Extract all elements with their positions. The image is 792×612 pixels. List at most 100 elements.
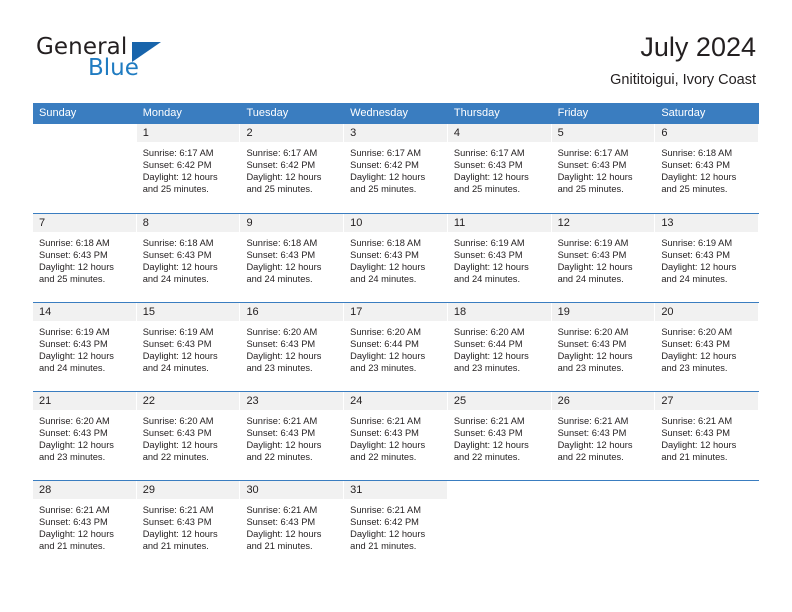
day-details: Sunrise: 6:19 AM Sunset: 6:43 PM Daylight:…: [137, 321, 241, 374]
calendar-day-cell[interactable]: 10 Sunrise: 6:18 AM Sunset: 6:43 PM Dayligh…: [344, 214, 448, 302]
calendar-day-cell[interactable]: 20 Sunrise: 6:20 AM Sunset: 6:43 PM Dayligh…: [655, 303, 760, 391]
calendar-day-cell[interactable]: 22 Sunrise: 6:20 AM Sunset: 6:43 PM Dayligh…: [136, 392, 241, 480]
day-number-band: 24: [344, 392, 448, 410]
day-details: Sunrise: 6:18 AM Sunset: 6:43 PM Daylight:…: [137, 232, 241, 285]
calendar-day-cell[interactable]: 14 Sunrise: 6:19 AM Sunset: 6:43 PM Dayligh…: [33, 303, 137, 391]
weekday-header-wednesday: Wednesday: [350, 107, 409, 119]
day-number-band: 30: [240, 481, 345, 499]
sunrise-text: Sunrise: 6:21 AM: [142, 505, 214, 515]
sunset-text: Sunset: 6:43 PM: [453, 428, 523, 439]
daylight-text: Daylight: 12 hours: [246, 440, 322, 451]
calendar-day-cell[interactable]: 18 Sunrise: 6:20 AM Sunset: 6:44 PM Dayligh…: [447, 303, 552, 391]
day-number: 14: [39, 306, 52, 318]
daylight-text: and 22 minutes.: [453, 452, 521, 463]
daylight-text: Daylight: 12 hours: [142, 529, 218, 540]
day-details: Sunrise: 6:18 AM Sunset: 6:43 PM Daylight:…: [33, 232, 137, 285]
calendar-day-cell[interactable]: 8 Sunrise: 6:18 AM Sunset: 6:43 PM Daylight…: [136, 214, 241, 302]
daylight-text: and 24 minutes.: [142, 363, 209, 374]
daylight-text: and 25 minutes.: [246, 184, 313, 195]
daylight-text: and 21 minutes.: [246, 541, 313, 552]
day-details: Sunrise: 6:20 AM Sunset: 6:44 PM Daylight:…: [344, 321, 448, 374]
daylight-text: and 21 minutes.: [661, 452, 728, 463]
day-number-band: 9: [240, 214, 345, 232]
sunrise-text: Sunrise: 6:18 AM: [661, 148, 733, 158]
day-details: Sunrise: 6:17 AM Sunset: 6:42 PM Daylight:…: [137, 142, 241, 195]
calendar-day-cell[interactable]: 30 Sunrise: 6:21 AM Sunset: 6:43 PM Dayligh…: [240, 481, 345, 569]
calendar-day-cell[interactable]: 1 Sunrise: 6:17 AM Sunset: 6:42 PM Daylight…: [136, 124, 241, 213]
day-number: 2: [246, 127, 253, 139]
calendar-week-row: 14 Sunrise: 6:19 AM Sunset: 6:43 PM Dayligh…: [33, 302, 760, 391]
calendar-day-cell[interactable]: 26 Sunrise: 6:21 AM Sunset: 6:43 PM Dayligh…: [551, 392, 656, 480]
daylight-text: and 24 minutes.: [453, 274, 521, 285]
sunset-text: Sunset: 6:42 PM: [350, 160, 419, 171]
sunrise-text: Sunrise: 6:17 AM: [142, 148, 214, 158]
calendar-day-cell[interactable]: 15 Sunrise: 6:19 AM Sunset: 6:43 PM Dayligh…: [136, 303, 241, 391]
calendar-week-row: 28 Sunrise: 6:21 AM Sunset: 6:43 PM Dayligh…: [33, 480, 760, 569]
day-details: Sunrise: 6:21 AM Sunset: 6:43 PM Daylight:…: [240, 499, 344, 552]
calendar-day-cell[interactable]: 27 Sunrise: 6:21 AM Sunset: 6:43 PM Dayligh…: [655, 392, 760, 480]
daylight-text: and 24 minutes.: [661, 274, 728, 285]
day-details: Sunrise: 6:19 AM Sunset: 6:43 PM Daylight:…: [655, 232, 759, 285]
page-title: July 2024: [640, 32, 756, 62]
calendar-day-cell[interactable]: 2 Sunrise: 6:17 AM Sunset: 6:42 PM Daylight…: [240, 124, 345, 213]
daylight-text: and 25 minutes.: [453, 184, 521, 195]
calendar-day-cell[interactable]: 21 Sunrise: 6:20 AM Sunset: 6:43 PM Dayligh…: [33, 392, 137, 480]
calendar-day-cell[interactable]: 29 Sunrise: 6:21 AM Sunset: 6:43 PM Dayligh…: [136, 481, 241, 569]
daylight-text: Daylight: 12 hours: [661, 440, 737, 451]
daylight-text: Daylight: 12 hours: [39, 529, 114, 540]
calendar-day-cell[interactable]: 17 Sunrise: 6:20 AM Sunset: 6:44 PM Dayligh…: [344, 303, 448, 391]
calendar-day-cell[interactable]: 9 Sunrise: 6:18 AM Sunset: 6:43 PM Daylight…: [240, 214, 345, 302]
calendar-day-cell[interactable]: 24 Sunrise: 6:21 AM Sunset: 6:43 PM Dayligh…: [344, 392, 448, 480]
day-details: [655, 499, 759, 504]
calendar-day-cell-empty: [447, 481, 552, 569]
daylight-text: and 22 minutes.: [246, 452, 313, 463]
daylight-text: and 23 minutes.: [661, 363, 728, 374]
calendar-day-cell[interactable]: 16 Sunrise: 6:20 AM Sunset: 6:43 PM Dayligh…: [240, 303, 345, 391]
day-number-band: 1: [136, 124, 241, 142]
calendar-day-cell[interactable]: 5 Sunrise: 6:17 AM Sunset: 6:43 PM Daylight…: [551, 124, 656, 213]
calendar-day-cell[interactable]: 28 Sunrise: 6:21 AM Sunset: 6:43 PM Dayligh…: [33, 481, 137, 569]
logo-text-blue: Blue: [88, 55, 139, 81]
daylight-text: Daylight: 12 hours: [350, 440, 426, 451]
calendar-day-cell[interactable]: 3 Sunrise: 6:17 AM Sunset: 6:42 PM Daylight…: [344, 124, 448, 213]
general-blue-logo[interactable]: General Blue: [36, 34, 236, 86]
daylight-text: and 23 minutes.: [453, 363, 521, 374]
calendar-day-cell[interactable]: 12 Sunrise: 6:19 AM Sunset: 6:43 PM Dayligh…: [551, 214, 656, 302]
day-number: 23: [246, 395, 259, 407]
daylight-text: Daylight: 12 hours: [142, 351, 218, 362]
day-number: 24: [350, 395, 363, 407]
calendar-day-cell[interactable]: 25 Sunrise: 6:21 AM Sunset: 6:43 PM Dayligh…: [447, 392, 552, 480]
calendar-day-cell[interactable]: 6 Sunrise: 6:18 AM Sunset: 6:43 PM Daylight…: [655, 124, 760, 213]
sunrise-text: Sunrise: 6:17 AM: [557, 148, 629, 158]
day-details: Sunrise: 6:20 AM Sunset: 6:43 PM Daylight:…: [240, 321, 344, 374]
sunrise-text: Sunrise: 6:19 AM: [661, 238, 733, 248]
calendar-weeks: 1 Sunrise: 6:17 AM Sunset: 6:42 PM Daylight…: [33, 124, 760, 569]
day-number-band: 19: [551, 303, 656, 321]
daylight-text: Daylight: 12 hours: [246, 172, 322, 183]
day-number-band: 5: [551, 124, 656, 142]
day-number-band: 20: [655, 303, 760, 321]
calendar-day-cell[interactable]: 23 Sunrise: 6:21 AM Sunset: 6:43 PM Dayligh…: [240, 392, 345, 480]
calendar-day-cell[interactable]: 31 Sunrise: 6:21 AM Sunset: 6:42 PM Dayligh…: [344, 481, 448, 569]
daylight-text: and 23 minutes.: [246, 363, 313, 374]
sunrise-text: Sunrise: 6:20 AM: [142, 416, 214, 426]
sunrise-text: Sunrise: 6:18 AM: [142, 238, 214, 248]
daylight-text: Daylight: 12 hours: [557, 440, 633, 451]
day-number-band: 28: [33, 481, 137, 499]
calendar-day-cell[interactable]: 11 Sunrise: 6:19 AM Sunset: 6:43 PM Dayligh…: [447, 214, 552, 302]
calendar-day-cell[interactable]: 4 Sunrise: 6:17 AM Sunset: 6:43 PM Daylight…: [447, 124, 552, 213]
sunrise-text: Sunrise: 6:20 AM: [661, 327, 733, 337]
sunrise-text: Sunrise: 6:18 AM: [246, 238, 318, 248]
sunset-text: Sunset: 6:44 PM: [453, 339, 523, 350]
calendar-week-row: 21 Sunrise: 6:20 AM Sunset: 6:43 PM Dayligh…: [33, 391, 760, 480]
calendar-day-cell[interactable]: 19 Sunrise: 6:20 AM Sunset: 6:43 PM Dayligh…: [551, 303, 656, 391]
calendar-day-cell[interactable]: 7 Sunrise: 6:18 AM Sunset: 6:43 PM Daylight…: [33, 214, 137, 302]
calendar-day-cell[interactable]: 13 Sunrise: 6:19 AM Sunset: 6:43 PM Dayligh…: [655, 214, 760, 302]
day-number-band: 14: [33, 303, 137, 321]
daylight-text: Daylight: 12 hours: [142, 262, 218, 273]
day-details: Sunrise: 6:18 AM Sunset: 6:43 PM Daylight:…: [344, 232, 448, 285]
calendar-week-row: 1 Sunrise: 6:17 AM Sunset: 6:42 PM Daylight…: [33, 124, 760, 213]
daylight-text: Daylight: 12 hours: [453, 440, 529, 451]
day-number-band: [447, 481, 552, 499]
sunrise-text: Sunrise: 6:21 AM: [39, 505, 110, 515]
